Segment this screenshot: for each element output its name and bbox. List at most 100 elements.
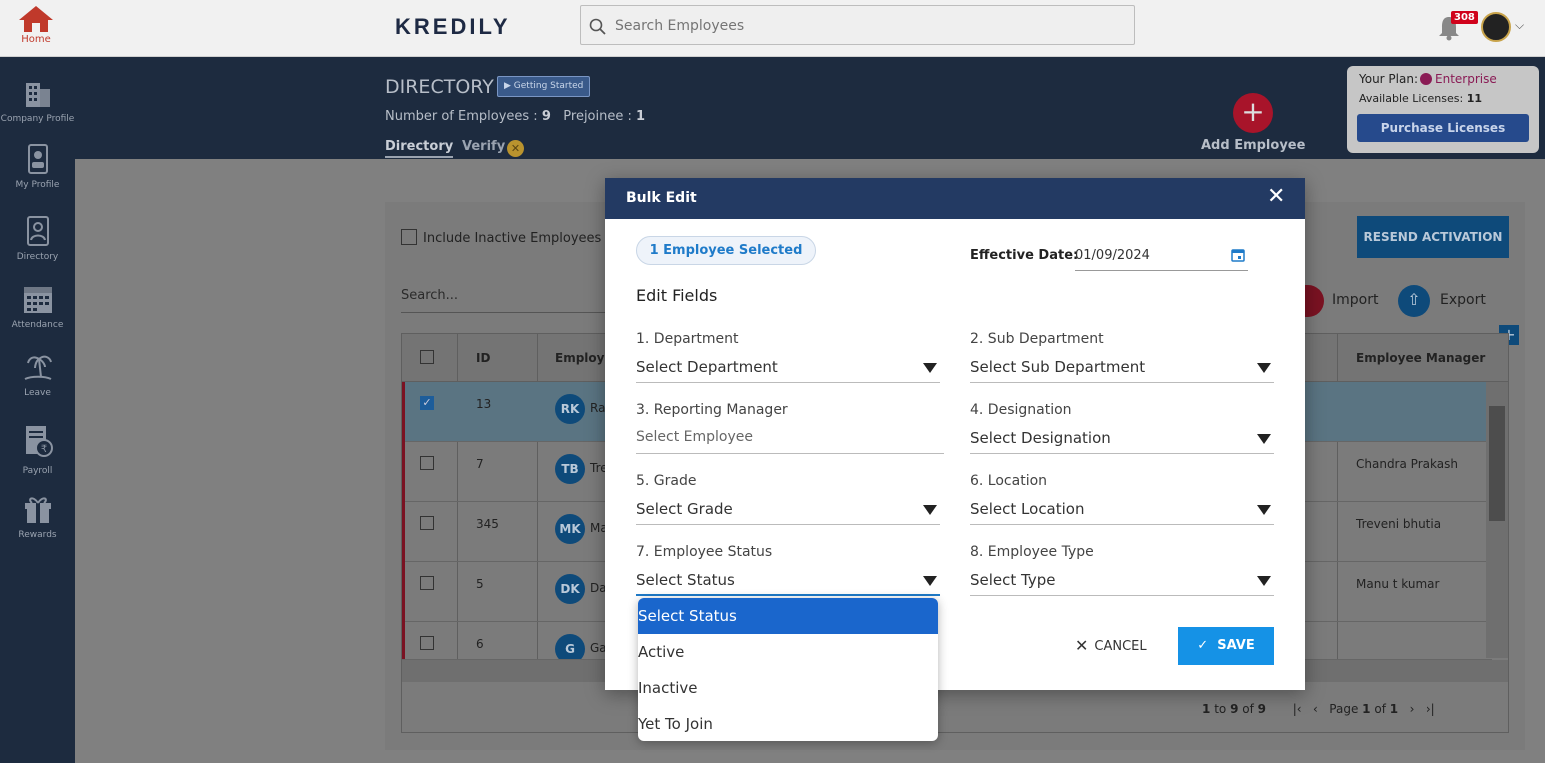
- pager-page-of: of: [1374, 702, 1386, 716]
- sidebar-item-attendance[interactable]: Attendance: [0, 283, 75, 330]
- option-yet-to-join[interactable]: Yet To Join: [638, 706, 938, 741]
- sidebar-label: Leave: [24, 388, 51, 398]
- designation-label: 4. Designation: [970, 402, 1072, 418]
- row-marker: [402, 442, 405, 502]
- row-marker: [402, 382, 405, 442]
- column-employee-manager[interactable]: Employee Manager: [1356, 351, 1485, 365]
- avatar: MK: [555, 514, 585, 544]
- notification-count-badge: 308: [1451, 11, 1478, 24]
- chevron-down-icon[interactable]: ⌵: [1515, 18, 1524, 33]
- tab-directory[interactable]: Directory: [385, 139, 454, 158]
- directory-search-input[interactable]: Search...: [401, 285, 606, 313]
- pager-current: 1: [1362, 702, 1371, 716]
- row-checkbox[interactable]: [420, 456, 434, 470]
- employee-type-value: Select Type: [970, 571, 1056, 589]
- sub-department-value: Select Sub Department: [970, 358, 1146, 376]
- scrollbar-thumb[interactable]: [1489, 406, 1505, 521]
- column-id[interactable]: ID: [476, 351, 490, 365]
- sidebar-label: My Profile: [15, 180, 60, 190]
- option-active[interactable]: Active: [638, 634, 938, 670]
- avatar: RK: [555, 394, 585, 424]
- row-checkbox[interactable]: [420, 516, 434, 530]
- reporting-manager-input[interactable]: Select Employee: [636, 426, 944, 454]
- page-title: DIRECTORY: [385, 76, 494, 98]
- option-select-status[interactable]: Select Status: [638, 598, 938, 634]
- calendar-icon[interactable]: [1231, 248, 1245, 262]
- id-card-icon: [27, 144, 48, 174]
- rupee-document-icon: ₹: [25, 426, 53, 457]
- import-button[interactable]: Import: [1332, 292, 1378, 308]
- employee-type-select[interactable]: Select Type: [970, 568, 1274, 596]
- next-page-icon[interactable]: ›: [1410, 702, 1415, 716]
- home-link[interactable]: Home: [14, 4, 58, 45]
- sidebar-item-leave[interactable]: Leave: [0, 351, 75, 398]
- reporting-manager-value: Select Employee: [636, 429, 753, 445]
- department-value: Select Department: [636, 358, 778, 376]
- effective-date-input[interactable]: 01/09/2024: [1075, 244, 1248, 271]
- export-button[interactable]: Export: [1440, 292, 1486, 308]
- add-employee-button[interactable]: +: [1233, 93, 1273, 133]
- sidebar-item-company-profile[interactable]: Company Profile: [0, 77, 75, 124]
- edit-fields-heading: Edit Fields: [636, 286, 718, 305]
- row-name[interactable]: Ra: [590, 401, 605, 415]
- employee-counts: Number of Employees : 9 Prejoinee : 1: [385, 109, 645, 124]
- search-icon: [589, 18, 606, 35]
- select-all-checkbox[interactable]: [420, 350, 434, 364]
- column-employee[interactable]: Employe: [555, 351, 613, 365]
- department-select[interactable]: Select Department: [636, 355, 940, 383]
- grade-label: 5. Grade: [636, 473, 697, 489]
- vertical-scrollbar[interactable]: [1486, 382, 1508, 658]
- add-employee-label[interactable]: Add Employee: [1201, 138, 1305, 153]
- row-checkbox[interactable]: [420, 636, 434, 650]
- last-page-icon[interactable]: ›|: [1426, 702, 1435, 716]
- svg-text:₹: ₹: [40, 444, 46, 455]
- sub-department-select[interactable]: Select Sub Department: [970, 355, 1274, 383]
- tab-verify[interactable]: Verify: [462, 139, 505, 154]
- row-id: 6: [476, 637, 484, 651]
- row-checkbox[interactable]: ✓: [420, 396, 434, 410]
- employee-search-box[interactable]: [580, 5, 1135, 45]
- first-page-icon[interactable]: |‹: [1293, 702, 1302, 716]
- sidebar-item-rewards[interactable]: Rewards: [0, 493, 75, 540]
- export-icon[interactable]: ⇧: [1398, 285, 1430, 317]
- building-icon: [25, 83, 50, 107]
- checkbox[interactable]: [401, 229, 417, 245]
- save-button[interactable]: ✓ SAVE: [1178, 627, 1274, 665]
- prejoinee-value: 1: [636, 109, 646, 124]
- user-avatar[interactable]: [1481, 12, 1511, 42]
- calendar-icon: [23, 287, 52, 313]
- plan-card: Your Plan: Enterprise Available Licenses:…: [1347, 66, 1539, 153]
- designation-select[interactable]: Select Designation: [970, 426, 1274, 454]
- top-bar: Home KREDILY 308 ⌵: [0, 0, 1545, 57]
- sidebar-item-directory[interactable]: Directory: [0, 215, 75, 262]
- employee-status-select[interactable]: Select Status: [636, 568, 940, 596]
- row-id: 5: [476, 577, 484, 591]
- cancel-button[interactable]: ✕ CANCEL: [1075, 636, 1155, 656]
- prev-page-icon[interactable]: ‹: [1313, 702, 1318, 716]
- getting-started-button[interactable]: ▶ Getting Started: [497, 76, 591, 97]
- option-inactive[interactable]: Inactive: [638, 670, 938, 706]
- row-marker: [402, 562, 405, 622]
- purchase-licenses-button[interactable]: Purchase Licenses: [1357, 114, 1529, 142]
- home-label: Home: [21, 34, 51, 45]
- employee-search-input[interactable]: [615, 14, 1115, 38]
- pagination: 1 to 9 of 9 |‹ ‹ Page 1 of 1 › ›|: [1202, 702, 1502, 716]
- sidebar-item-my-profile[interactable]: My Profile: [0, 143, 75, 190]
- designation-value: Select Designation: [970, 429, 1111, 447]
- dropdown-arrow-icon: [923, 363, 937, 373]
- close-icon[interactable]: ✕: [1267, 185, 1285, 209]
- home-icon: [19, 6, 53, 32]
- num-employees-label: Number of Employees :: [385, 109, 538, 124]
- avatar: TB: [555, 454, 585, 484]
- sidebar-item-payroll[interactable]: ₹ Payroll: [0, 419, 75, 476]
- grade-select[interactable]: Select Grade: [636, 497, 940, 525]
- enterprise-badge-icon: [1420, 73, 1433, 85]
- include-inactive-checkbox[interactable]: Include Inactive Employees: [401, 229, 601, 246]
- pager-end: 9: [1230, 702, 1239, 716]
- dropdown-arrow-icon: [1257, 505, 1271, 515]
- row-checkbox[interactable]: [420, 576, 434, 590]
- sidebar: Company Profile My Profile Directory Att…: [0, 57, 75, 763]
- directory-icon: [26, 216, 49, 246]
- location-select[interactable]: Select Location: [970, 497, 1274, 525]
- resend-activation-button[interactable]: RESEND ACTIVATION: [1357, 216, 1509, 258]
